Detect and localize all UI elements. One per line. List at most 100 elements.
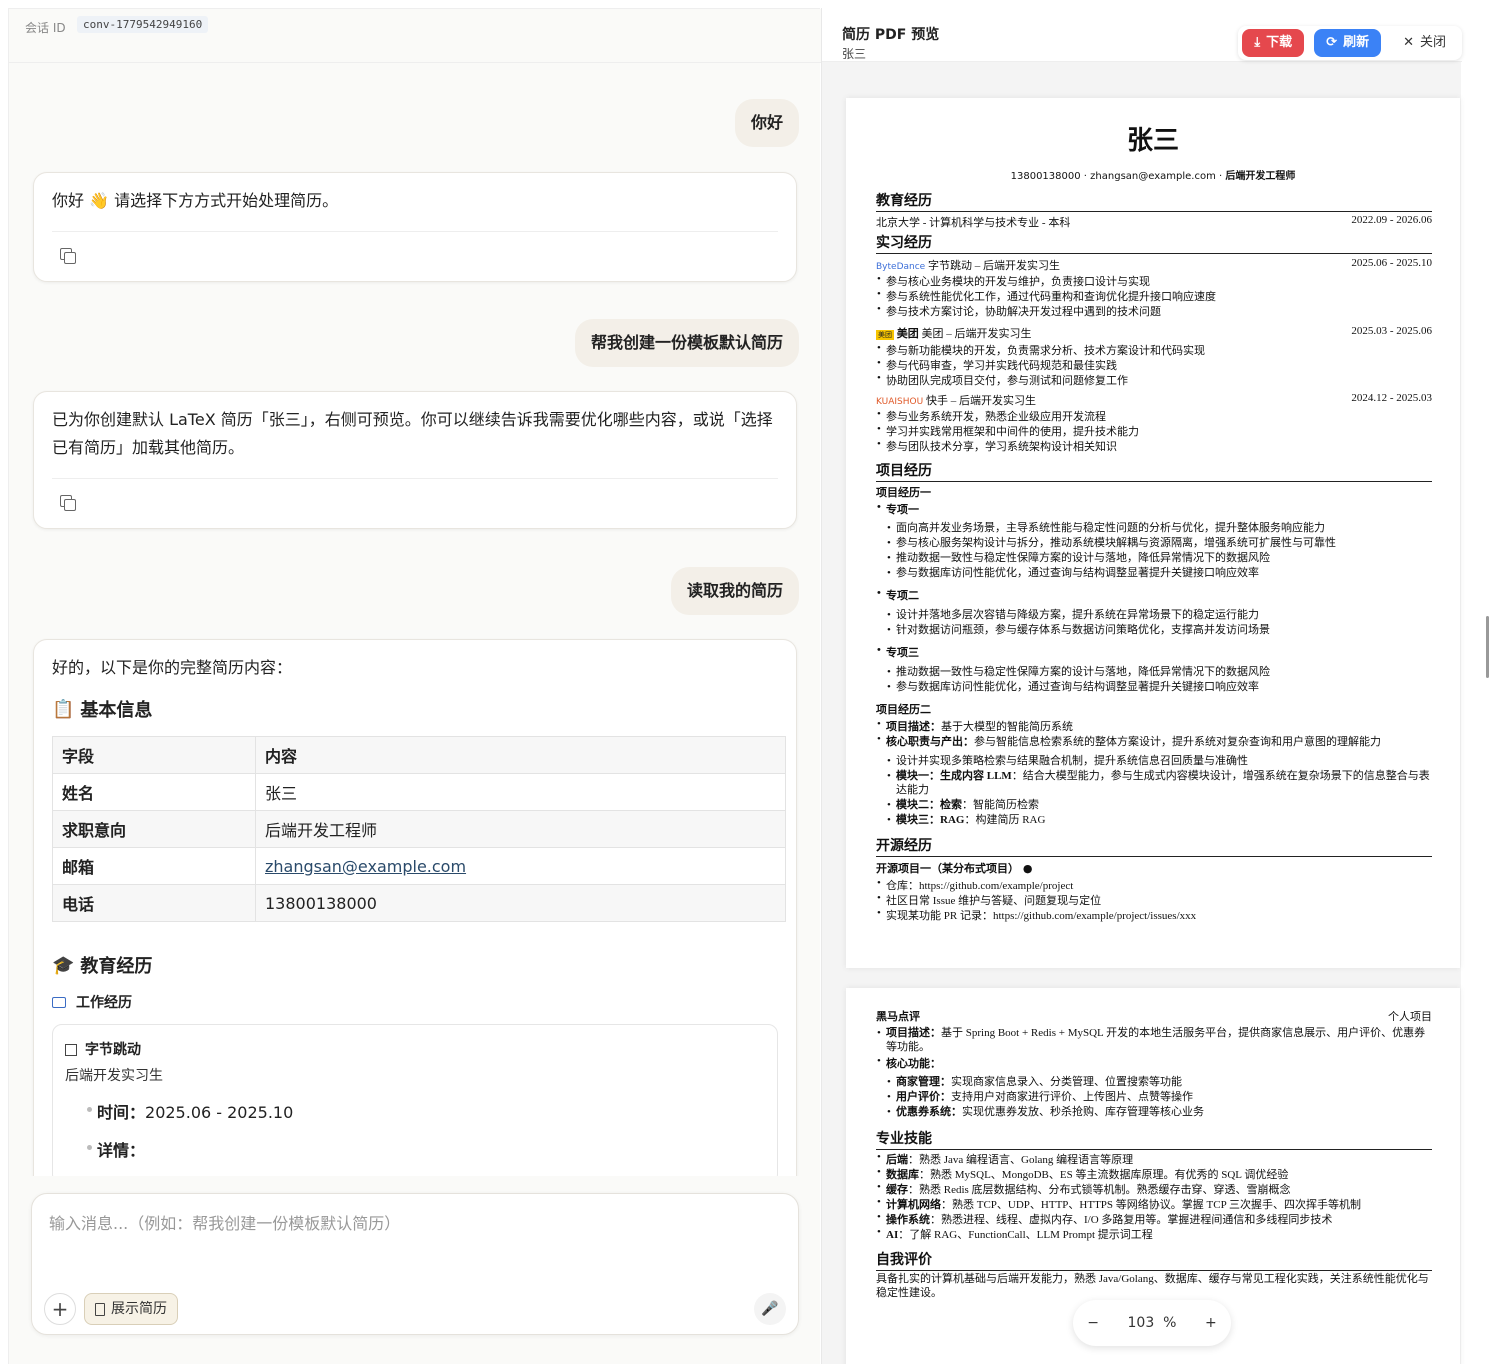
list-item: 推动数据一致性与稳定性保障方案的设计与落地，降低异常情况下的数据风险 (887, 665, 1432, 679)
pdf-page-1: 张三 13800138000 · zhangsan@example.com · … (846, 98, 1460, 968)
list-item: 社区日常 Issue 维护与答疑、问题复现与定位 (877, 892, 1432, 908)
list-item: 核心功能： (877, 1055, 1432, 1071)
list-item: 数据库：熟悉 MySQL、MongoDB、ES 等主流数据库原理。有优秀的 SQ… (877, 1166, 1432, 1182)
list-item: 协助团队完成项目交付，参与测试和问题修复工作 (877, 372, 1432, 388)
list-item: AI：了解 RAG、FunctionCall、LLM Prompt 提示词工程 (877, 1226, 1432, 1242)
session-id-value[interactable]: conv-1779542949160 (77, 16, 209, 33)
assistant-text: 好的，以下是你的完整简历内容： (52, 658, 293, 677)
assistant-text: 已为你创建默认 LaTeX 简历「张三」，右侧可预览。你可以继续告诉我需要优化哪… (52, 410, 773, 457)
list-item: 面向高并发业务场景，主导系统性能与稳定性问题的分析与优化，提升整体服务响应能力 (887, 521, 1432, 535)
work-heading: 工作经历 (52, 992, 778, 1012)
table-row: 邮箱 zhangsan@example.com (52, 847, 786, 885)
intern-row: 美团 美团 美团 – 后端开发实习生 2025.03 - 2025.06 (876, 325, 1432, 340)
email-link[interactable]: zhangsan@example.com (265, 857, 466, 876)
preview-subtitle: 张三 (842, 47, 867, 61)
list-item: 核心职责与产出：参与智能信息检索系统的整体方案设计，提升系统对复杂查询和用户意图… (877, 733, 1432, 749)
list-item: 专项二 (877, 587, 1432, 603)
meituan-logo: 美团 (876, 330, 894, 340)
message-input[interactable]: 输入消息...（例如：帮我创建一份模板默认简历） (49, 1210, 400, 1234)
basic-info-table: 字段 内容 姓名 张三 求职意向 后端开发工程师 邮箱 zhangsan@example… (52, 736, 786, 922)
list-item: 后端：熟悉 Java 编程语言、Golang 编程语言等原理 (877, 1151, 1432, 1167)
kuaishou-logo: KUAISHOU (876, 397, 924, 407)
list-item: 仓库：https://github.com/example/project (877, 877, 1432, 893)
preview-title: 简历 PDF 预览 (842, 27, 940, 43)
list-item: 参与新功能模块的开发，负责需求分析、技术方案设计和代码实现 (877, 342, 1432, 358)
list-item: 参与数据库访问性能优化，通过查询与结构调整显著提升关键接口响应效率 (887, 566, 1432, 580)
document-icon (95, 1302, 105, 1316)
section-education: 教育经历 (876, 190, 1432, 212)
checkbox[interactable] (65, 1043, 77, 1056)
close-button[interactable]: ✕ 关闭 (1391, 29, 1458, 57)
list-item: 缓存：熟悉 Redis 底层数据结构、分布式锁等机制。熟悉缓存击穿、穿透、雪崩概… (877, 1181, 1432, 1197)
list-item: 针对数据访问瓶颈，参与缓存体系与数据访问策略优化，支撑高并发访问场景 (887, 623, 1432, 637)
assistant-message: 已为你创建默认 LaTeX 简历「张三」，右侧可预览。你可以继续告诉我需要优化哪… (33, 391, 797, 529)
message-list[interactable]: 你好 你好 👋 请选择下方方式开始处理简历。 帮我创建一份模板默认简历 已为你创… (9, 64, 821, 1176)
section-internship: 实习经历 (876, 232, 1432, 254)
graduation-cap-icon: 🎓 (52, 954, 75, 976)
intern-row: KUAISHOU 快手 – 后端开发实习生 2024.12 - 2025.03 (876, 392, 1432, 407)
section-projects: 项目经历 (876, 460, 1432, 482)
list-item: 参与核心业务模块的开发与维护，负责接口设计与实现 (877, 273, 1432, 289)
microphone-icon[interactable]: 🎤 (754, 1293, 786, 1325)
add-attachment-button[interactable]: + (44, 1293, 76, 1325)
bytedance-logo: ByteDance (876, 262, 926, 272)
list-item: 用户评价：支持用户对商家进行评价、上传图片、点赞等操作 (887, 1090, 1432, 1104)
pdf-preview-panel: 简历 PDF 预览 张三 ⤓ 下载 ⟳ 刷新 ✕ 关闭 张三 13800138000 … (821, 8, 1462, 1364)
list-item: 操作系统：熟悉进程、线程、虚拟内存、I/O 多路复用等。掌握进程间通信和多线程同… (877, 1211, 1432, 1227)
message-composer[interactable]: 输入消息...（例如：帮我创建一份模板默认简历） + 展示简历 🎤 (31, 1193, 799, 1335)
download-icon: ⤓ (1254, 35, 1261, 50)
clipboard-icon: 📋 (52, 698, 75, 720)
preview-header: 简历 PDF 预览 张三 ⤓ 下载 ⟳ 刷新 ✕ 关闭 (822, 8, 1462, 62)
list-item: 参与业务系统开发，熟悉企业级应用开发流程 (877, 408, 1432, 424)
opensource-title: 开源项目一（某分布式项目） ● (876, 862, 1033, 875)
list-item: 模块一：生成内容 LLM：结合大模型能力，参与生成式内容模块设计，增强系统在复杂… (887, 769, 1432, 797)
zoom-level: 103 % (1127, 1315, 1177, 1331)
list-item: 参与代码审查，学习并实践代码规范和最佳实践 (877, 357, 1432, 373)
user-message: 你好 (734, 99, 799, 147)
session-id-label: 会话 ID (25, 21, 66, 35)
list-item: 详情： (65, 1137, 765, 1161)
basic-info-heading: 📋 基本信息 (52, 698, 153, 722)
zoom-control: − 103 % + (1073, 1300, 1231, 1346)
list-item: 模块二：检索：智能简历检索 (887, 798, 1432, 812)
self-evaluation-text: 具备扎实的计算机基础与后端开发能力，熟悉 Java/Golang、数据库、缓存与… (876, 1273, 1429, 1299)
refresh-button[interactable]: ⟳ 刷新 (1314, 29, 1382, 57)
show-resume-button[interactable]: 展示简历 (84, 1293, 178, 1325)
close-icon: ✕ (1403, 35, 1414, 50)
assistant-message: 好的，以下是你的完整简历内容： 📋 基本信息 字段 内容 姓名 张三 求职意向 后端开发… (33, 639, 797, 1176)
resume-name: 张三 (1126, 126, 1179, 156)
copy-icon[interactable] (58, 246, 78, 266)
project-title: 项目经历二 (876, 703, 931, 716)
user-message: 帮我创建一份模板默认简历 (574, 319, 799, 367)
list-item: 时间：2025.06 - 2025.10 (65, 1099, 765, 1123)
list-item: 实现某功能 PR 记录：https://github.com/example/p… (877, 907, 1432, 923)
list-item: 参与团队技术分享，学习系统架构设计相关知识 (877, 438, 1432, 454)
preview-actions: ⤓ 下载 ⟳ 刷新 ✕ 关闭 (1238, 26, 1462, 60)
list-item: 学习并实践常用框架和中间件的使用，提升技术能力 (877, 423, 1432, 439)
section-opensource: 开源经历 (876, 835, 1432, 857)
company-name: 字节跳动 (85, 1042, 141, 1058)
download-button[interactable]: ⤓ 下载 (1242, 29, 1305, 57)
zoom-in-button[interactable]: + (1205, 1315, 1217, 1331)
copy-icon[interactable] (58, 493, 78, 513)
section-self-evaluation: 自我评价 (876, 1249, 1432, 1271)
scrollbar[interactable] (1486, 616, 1489, 678)
list-item: 商家管理：实现商家信息录入、分类管理、位置搜索等功能 (887, 1075, 1432, 1089)
table-row: 姓名 张三 (52, 773, 786, 811)
zoom-out-button[interactable]: − (1087, 1315, 1099, 1331)
section-skills: 专业技能 (876, 1128, 1432, 1150)
project-title: 项目经历一 (876, 486, 931, 499)
refresh-icon: ⟳ (1326, 35, 1338, 50)
list-item: 专项一 (877, 501, 1432, 517)
chat-panel: 会话 ID conv-1779542949160 你好 你好 👋 请选择下方方式… (8, 8, 821, 1364)
table-row: 求职意向 后端开发工程师 (52, 810, 786, 848)
intern-row: ByteDance 字节跳动 – 后端开发实习生 2025.06 - 2025.1… (876, 257, 1432, 272)
list-item: 计算机网络：熟悉 TCP、UDP、HTTP、HTTPS 等网络协议。掌握 TCP… (877, 1196, 1432, 1212)
list-item: 参与系统性能优化工作，通过代码重构和查询优化提升接口响应速度 (877, 288, 1432, 304)
list-item: 参与技术方案讨论，协助解决开发过程中遇到的技术问题 (877, 303, 1432, 319)
list-item: 模块三：RAG：构建简历 RAG (887, 813, 1432, 827)
list-item: 推动数据一致性与稳定性保障方案的设计与落地，降低异常情况下的数据风险 (887, 551, 1432, 565)
user-message: 读取我的简历 (670, 567, 799, 615)
list-item: 参与数据库访问性能优化，通过查询与结构调整显著提升关键接口响应效率 (887, 680, 1432, 694)
github-icon: ● (1022, 862, 1033, 875)
